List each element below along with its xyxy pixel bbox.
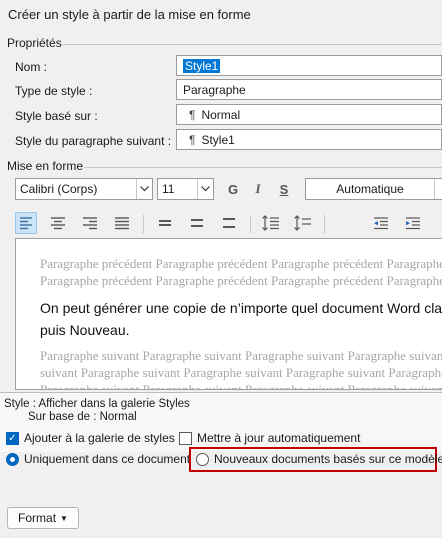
- space-after-icon: [294, 215, 311, 231]
- font-color-value: Automatique: [336, 182, 404, 196]
- add-to-gallery-option[interactable]: ✓ Ajouter à la galerie de styles: [6, 431, 175, 445]
- chevron-down-icon[interactable]: [136, 179, 152, 199]
- based-on-value: Normal: [201, 107, 241, 122]
- preview-main-line: On peut générer une copie de n’importe q…: [40, 300, 442, 316]
- description-line: Style : Afficher dans la galerie Styles: [4, 398, 190, 410]
- based-on-label: Style basé sur :: [15, 109, 98, 123]
- size-select[interactable]: 11: [157, 178, 214, 200]
- preview-next-line: suivant Paragraphe suivant Paragraphe su…: [40, 365, 442, 380]
- radio-selected-icon[interactable]: [6, 452, 19, 466]
- style-type-label: Type de style :: [15, 84, 93, 98]
- toolbar-divider: [324, 215, 325, 233]
- preview-next-line: Paragraphe suivant Paragraphe suivant Pa…: [40, 348, 442, 363]
- properties-separator: [62, 44, 442, 45]
- name-value: Style1: [183, 58, 221, 73]
- align-center-icon: [51, 217, 65, 230]
- checkbox-checked-icon[interactable]: ✓: [6, 431, 19, 445]
- toolbar-divider: [143, 215, 144, 233]
- chevron-down-icon[interactable]: [434, 179, 442, 199]
- name-field[interactable]: Style1: [176, 55, 442, 76]
- align-left-icon: [20, 217, 32, 230]
- dropdown-arrow-icon: ▼: [60, 513, 68, 523]
- decrease-indent-button[interactable]: [370, 212, 392, 234]
- auto-update-label: Mettre à jour automatiquement: [197, 431, 361, 445]
- description-line: Sur base de : Normal: [28, 411, 137, 423]
- only-this-document-label: Uniquement dans ce document: [24, 452, 191, 466]
- auto-update-option[interactable]: Mettre à jour automatiquement: [179, 431, 360, 445]
- space-before-icon: [262, 215, 279, 231]
- font-select[interactable]: Calibri (Corps): [15, 178, 153, 200]
- space-after-button[interactable]: [292, 212, 314, 234]
- based-on-select[interactable]: ¶ Normal: [176, 104, 442, 125]
- align-left-button[interactable]: [15, 212, 37, 234]
- pilcrow-icon: ¶: [189, 132, 196, 147]
- justify-button[interactable]: [111, 212, 133, 234]
- increase-indent-icon: [406, 217, 420, 230]
- name-label: Nom :: [15, 60, 48, 74]
- align-right-button[interactable]: [79, 212, 101, 234]
- justify-icon: [115, 217, 129, 230]
- line-spacing-double-button[interactable]: [218, 212, 240, 234]
- preview-previous-line: Paragraphe précédent Paragraphe précéden…: [40, 256, 442, 271]
- line-spacing-single-button[interactable]: [154, 212, 176, 234]
- bold-button[interactable]: G: [222, 178, 244, 200]
- space-before-button[interactable]: [260, 212, 282, 234]
- next-style-label: Style du paragraphe suivant :: [15, 134, 172, 148]
- font-value: Calibri (Corps): [20, 182, 98, 196]
- add-to-gallery-label: Ajouter à la galerie de styles: [24, 431, 175, 445]
- line-spacing-single-icon: [159, 220, 171, 226]
- align-right-icon: [83, 217, 97, 230]
- new-documents-option[interactable]: Nouveaux documents basés sur ce modèle: [196, 452, 442, 466]
- italic-button[interactable]: I: [247, 178, 269, 200]
- only-this-document-option[interactable]: Uniquement dans ce document: [6, 452, 190, 466]
- size-value: 11: [162, 182, 175, 196]
- font-color-select[interactable]: Automatique: [305, 178, 442, 200]
- toolbar-divider: [250, 215, 251, 233]
- decrease-indent-icon: [374, 217, 388, 230]
- formatting-section-label: Mise en forme: [7, 159, 84, 173]
- pilcrow-icon: ¶: [189, 107, 196, 122]
- preview-next-line: Paragraphe suivant Paragraphe suivant Pa…: [40, 382, 442, 390]
- preview-main-line: puis Nouveau.: [40, 322, 130, 338]
- line-spacing-double-icon: [223, 218, 235, 228]
- style-type-select[interactable]: Paragraphe: [176, 79, 442, 100]
- next-style-select[interactable]: ¶ Style1: [176, 129, 442, 150]
- preview-previous-line: Paragraphe précédent Paragraphe précéden…: [40, 273, 442, 288]
- new-documents-label: Nouveaux documents basés sur ce modèle: [214, 452, 442, 466]
- checkbox-icon[interactable]: [179, 431, 192, 445]
- line-spacing-onehalf-button[interactable]: [186, 212, 208, 234]
- increase-indent-button[interactable]: [402, 212, 424, 234]
- style-preview: Paragraphe précédent Paragraphe précéden…: [15, 238, 442, 390]
- style-type-value: Paragraphe: [183, 82, 246, 97]
- line-spacing-onehalf-icon: [191, 219, 203, 227]
- dialog-title: Créer un style à partir de la mise en fo…: [8, 7, 251, 22]
- radio-icon[interactable]: [196, 452, 209, 466]
- chevron-down-icon[interactable]: [197, 179, 213, 199]
- format-button-label: Format: [18, 511, 57, 525]
- underline-button[interactable]: S: [273, 178, 295, 200]
- formatting-separator: [84, 167, 442, 168]
- format-button[interactable]: Format ▼: [7, 507, 79, 529]
- properties-section-label: Propriétés: [7, 36, 62, 50]
- align-center-button[interactable]: [47, 212, 69, 234]
- next-style-value: Style1: [201, 132, 235, 147]
